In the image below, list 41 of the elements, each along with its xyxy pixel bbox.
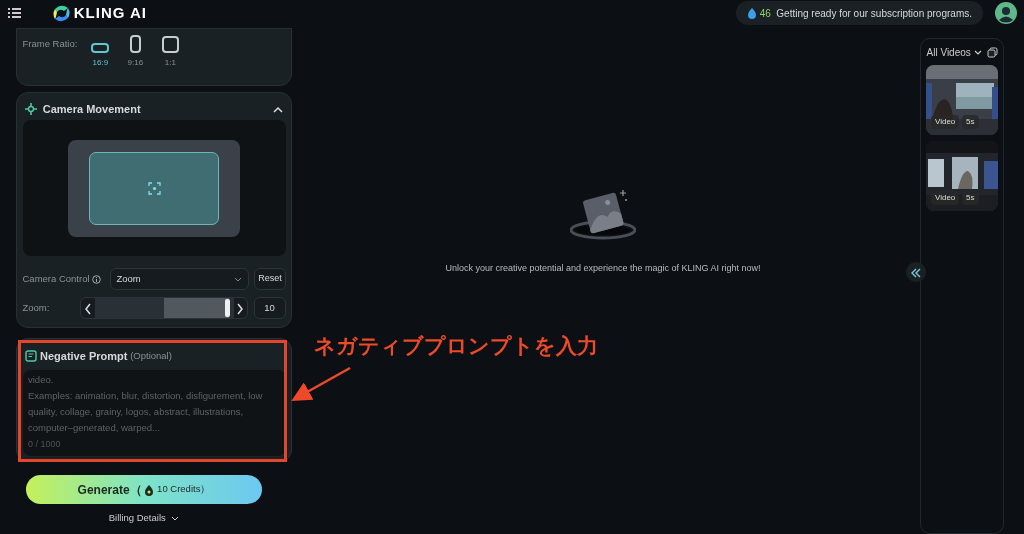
filter-dropdown[interactable]: All Videos	[926, 44, 982, 60]
note-icon	[25, 349, 38, 362]
logo-icon	[52, 3, 71, 23]
logo-text: KLING AI	[73, 2, 148, 23]
copy-icon[interactable]	[986, 46, 998, 58]
caret-icon	[973, 49, 982, 55]
move-icon	[25, 103, 38, 115]
camera-control-select[interactable]: Zoom	[110, 268, 249, 290]
annotation-text: ネガティブプロンプトを入力	[314, 333, 598, 359]
ratio-option[interactable]: 9:16	[123, 34, 148, 69]
ratio-option[interactable]: 1:1	[158, 34, 183, 69]
field-label: Camera Control	[22, 271, 90, 286]
caret-icon	[234, 276, 243, 282]
billing-details-link[interactable]: Billing Details	[108, 511, 180, 526]
section-title: Camera Movement	[42, 101, 141, 117]
ratio-option[interactable]: 16:9	[88, 34, 113, 69]
field-label: Zoom:	[22, 300, 51, 315]
credit-count: 46	[759, 6, 771, 21]
frame-ratio-label: Frame Ratio:	[22, 37, 78, 52]
chevron-icon	[272, 105, 283, 114]
double-chevron-icon	[910, 267, 922, 280]
section-title: Negative Prompt	[40, 348, 128, 364]
expand-button[interactable]	[906, 262, 926, 282]
duration-tag: 5s	[962, 115, 979, 129]
info-icon	[92, 274, 102, 284]
chevron-right-icon	[236, 302, 245, 315]
zoom-value-field[interactable]: 10	[253, 297, 286, 319]
notice-text: Getting ready for our subscription programs.	[776, 6, 972, 21]
empty-state-message: Unlock your creative potential and experience the magic of KLING AI right now!	[445, 262, 761, 275]
reset-button[interactable]: Reset	[254, 268, 286, 290]
media-type-tag: Video	[931, 115, 960, 129]
focus-icon	[147, 181, 161, 195]
optional-label: (Optional)	[130, 348, 172, 363]
avatar-icon[interactable]	[995, 2, 1017, 24]
empty-gallery-icon	[570, 188, 636, 240]
menu-icon[interactable]	[7, 6, 22, 20]
generate-button[interactable]: Generate（ 10 Credits）	[26, 475, 262, 504]
flame-icon	[746, 7, 757, 19]
flame-icon	[144, 483, 155, 496]
chevron-left-icon	[83, 302, 92, 315]
caret-icon	[171, 515, 180, 521]
